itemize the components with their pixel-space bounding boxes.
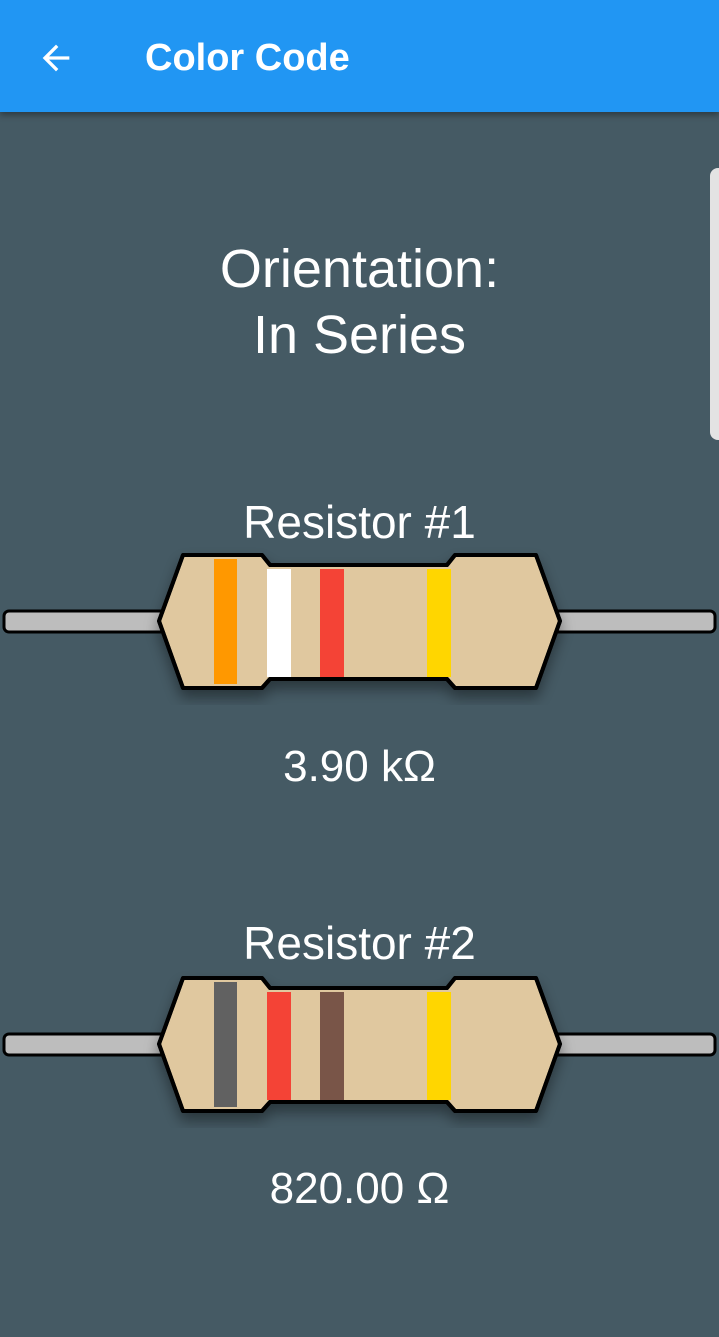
band-4 (427, 992, 451, 1100)
resistor-lead-left (2, 609, 176, 634)
band-3 (320, 992, 344, 1100)
band-2 (267, 569, 291, 677)
resistor-lead-left (2, 1032, 176, 1057)
app-bar: Color Code (0, 0, 719, 112)
orientation-label: Orientation: (219, 239, 500, 299)
resistor-1-graphic (2, 553, 717, 690)
band-2 (267, 992, 291, 1100)
band-1 (214, 982, 237, 1107)
arrow-back-icon (42, 44, 70, 72)
band-1 (214, 559, 237, 684)
app-bar-title: Color Code (145, 37, 350, 79)
back-button[interactable] (26, 28, 86, 88)
band-4 (427, 569, 451, 677)
resistor-1-label: Resistor #1 (243, 496, 476, 548)
resistor-lead-right (543, 1032, 717, 1057)
resistor-lead-right (543, 609, 717, 634)
resistor-2-value: 820.00 Ω (269, 1164, 450, 1213)
band-3 (320, 569, 344, 677)
resistor-2-graphic (2, 976, 717, 1113)
resistor-1-value: 3.90 kΩ (283, 742, 436, 791)
orientation-heading: Orientation: In Series (0, 236, 719, 368)
resistor-2-label: Resistor #2 (243, 917, 476, 969)
orientation-value: In Series (252, 305, 467, 365)
